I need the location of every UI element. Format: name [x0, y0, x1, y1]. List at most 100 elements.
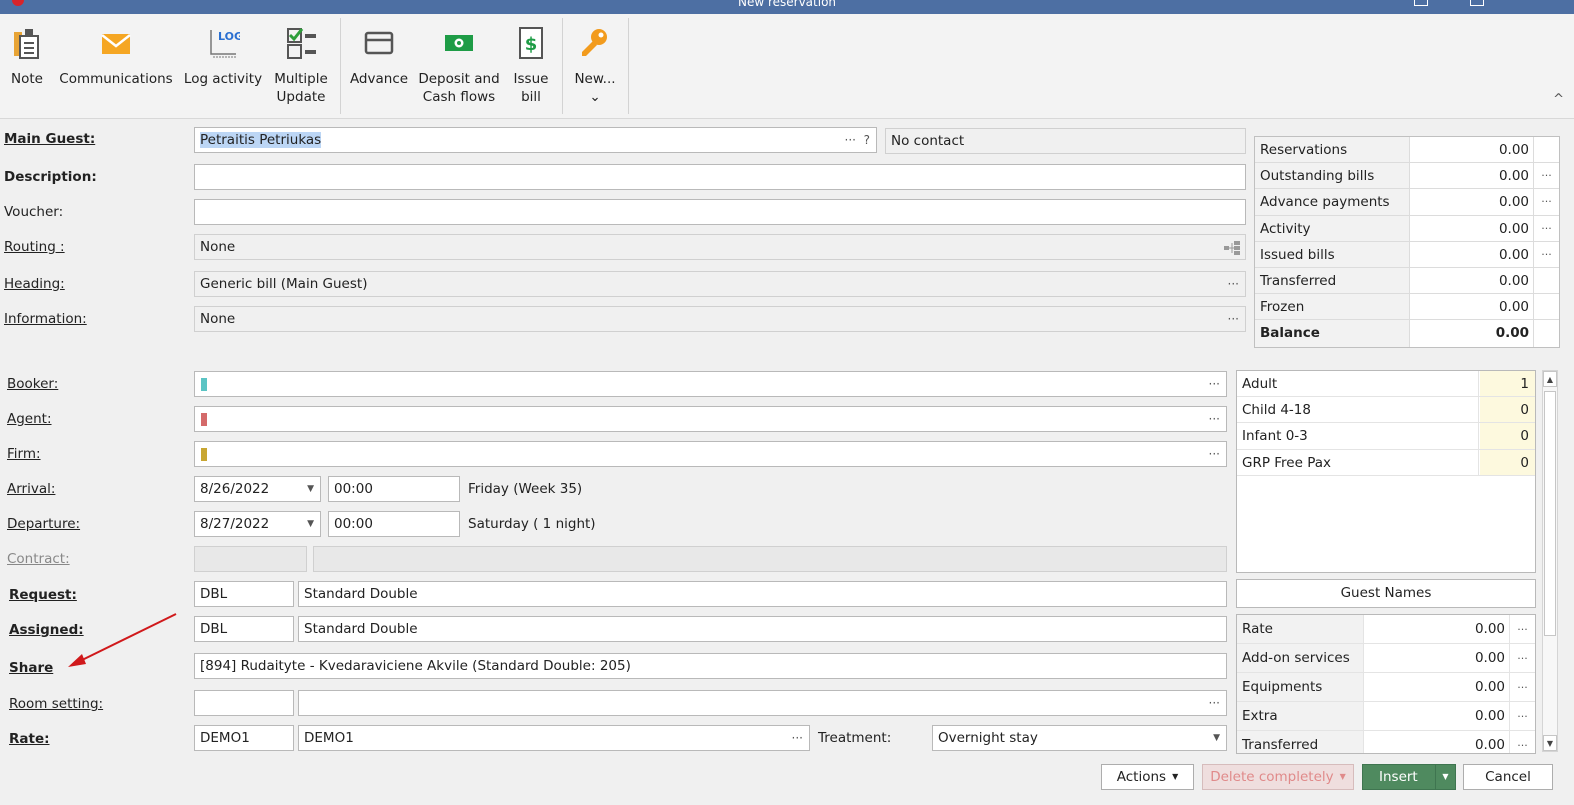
departure-date-picker[interactable]: 8/27/2022 ▼ — [194, 511, 321, 537]
assigned-room-type-field[interactable]: Standard Double — [298, 616, 1227, 642]
ellipsis-icon[interactable]: ··· — [1209, 372, 1220, 396]
heading-field[interactable]: Generic bill (Main Guest) ··· — [194, 271, 1246, 297]
share-field[interactable]: [894] Rudaityte - Kvedaraviciene Akvile … — [194, 653, 1227, 679]
multiple-update-button[interactable]: Multiple Update — [268, 14, 334, 119]
summary-value[interactable]: 0.00 — [1411, 137, 1533, 163]
room-setting-code-field[interactable] — [194, 690, 294, 716]
request-room-type-field[interactable]: Standard Double — [298, 581, 1227, 607]
ellipsis-icon[interactable]: ··· — [1209, 691, 1220, 715]
request-label[interactable]: Request: — [9, 587, 77, 603]
ellipsis-icon[interactable] — [1533, 294, 1559, 320]
description-input[interactable] — [194, 164, 1246, 190]
advance-button[interactable]: Advance — [346, 14, 412, 119]
information-field[interactable]: None ··· — [194, 306, 1246, 332]
rate-total-value[interactable]: 0.00 — [1365, 673, 1509, 702]
scroll-down-icon[interactable]: ▼ — [1543, 735, 1557, 751]
firm-label[interactable]: Firm: — [7, 446, 41, 462]
log-activity-button[interactable]: LOG Log activity — [182, 14, 264, 119]
ellipsis-icon[interactable]: ··· — [1509, 644, 1535, 672]
rate-total-value[interactable]: 0.00 — [1365, 615, 1509, 644]
ellipsis-icon[interactable]: ··· — [1228, 272, 1239, 296]
actions-button[interactable]: Actions ▼ — [1101, 764, 1194, 790]
summary-value[interactable]: 0.00 — [1411, 320, 1533, 346]
insert-dropdown-icon[interactable]: ▼ — [1435, 765, 1455, 789]
chevron-down-icon[interactable]: ▼ — [307, 512, 314, 536]
issue-bill-button[interactable]: $ Issue bill — [508, 14, 554, 119]
summary-value[interactable]: 0.00 — [1411, 189, 1533, 215]
room-setting-label[interactable]: Room setting: — [9, 696, 103, 712]
summary-value[interactable]: 0.00 — [1411, 294, 1533, 320]
arrival-date-picker[interactable]: 8/26/2022 ▼ — [194, 476, 321, 502]
ellipsis-icon[interactable]: ··· — [1209, 442, 1220, 466]
chevron-down-icon[interactable]: ▼ — [307, 477, 314, 501]
summary-value[interactable]: 0.00 — [1411, 216, 1533, 242]
booker-field[interactable]: ··· — [194, 371, 1227, 397]
cancel-button[interactable]: Cancel — [1463, 764, 1553, 790]
ellipsis-icon[interactable] — [1533, 267, 1559, 294]
departure-label[interactable]: Departure: — [7, 516, 80, 532]
agent-label[interactable]: Agent: — [7, 411, 52, 427]
pax-value[interactable]: 1 — [1480, 371, 1535, 397]
collapse-ribbon-icon[interactable]: ^ — [1553, 92, 1564, 107]
scroll-thumb[interactable] — [1544, 391, 1556, 636]
heading-label[interactable]: Heading: — [4, 276, 65, 292]
ellipsis-icon[interactable]: ··· — [1209, 407, 1220, 431]
firm-field[interactable]: ··· — [194, 441, 1227, 467]
ellipsis-icon[interactable]: ··· — [1509, 615, 1535, 643]
close-icon[interactable] — [1530, 0, 1544, 6]
rate-total-value[interactable]: 0.00 — [1365, 644, 1509, 673]
departure-time-input[interactable]: 00:00 — [328, 511, 460, 537]
ellipsis-icon[interactable]: ··· — [792, 726, 803, 750]
ellipsis-icon[interactable]: ··· — [1533, 163, 1559, 189]
rate-field[interactable]: DEMO1 ··· — [298, 725, 810, 751]
share-label[interactable]: Share — [9, 660, 53, 676]
maximize-icon[interactable] — [1470, 0, 1484, 6]
deposit-cashflows-button[interactable]: Deposit and Cash flows — [414, 14, 504, 119]
ellipsis-icon[interactable] — [1533, 137, 1559, 163]
rate-total-value[interactable]: 0.00 — [1365, 702, 1509, 731]
routing-field[interactable]: None — [194, 234, 1246, 260]
arrival-label[interactable]: Arrival: — [7, 481, 55, 497]
delete-completely-button[interactable]: Delete completely ▼ — [1202, 764, 1354, 790]
ellipsis-icon[interactable]: ··· — [1509, 702, 1535, 730]
pax-value[interactable]: 0 — [1480, 397, 1535, 423]
ellipsis-icon[interactable]: ··· — [1533, 215, 1559, 241]
pax-value[interactable]: 0 — [1480, 449, 1535, 475]
main-guest-field[interactable]: Petraitis Petriukas ··· ? — [194, 127, 877, 153]
chevron-down-icon[interactable]: ▼ — [1213, 726, 1220, 750]
rate-label[interactable]: Rate: — [9, 731, 50, 747]
help-icon[interactable]: ? — [864, 128, 870, 152]
summary-value[interactable]: 0.00 — [1411, 242, 1533, 268]
scroll-up-icon[interactable]: ▲ — [1543, 371, 1557, 387]
communications-button[interactable]: Communications — [56, 14, 176, 119]
summary-value[interactable]: 0.00 — [1411, 268, 1533, 294]
arrival-time-input[interactable]: 00:00 — [328, 476, 460, 502]
pax-value[interactable]: 0 — [1480, 423, 1535, 449]
voucher-input[interactable] — [194, 199, 1246, 225]
rate-code-field[interactable]: DEMO1 — [194, 725, 294, 751]
routing-label[interactable]: Routing : — [4, 239, 65, 255]
ellipsis-icon[interactable]: ··· — [1533, 241, 1559, 267]
rate-total-value[interactable]: 0.00 — [1365, 731, 1509, 753]
summary-value[interactable]: 0.00 — [1411, 163, 1533, 189]
guest-names-button[interactable]: Guest Names — [1236, 579, 1536, 608]
agent-field[interactable]: ··· — [194, 406, 1227, 432]
room-setting-field[interactable]: ··· — [298, 690, 1227, 716]
treatment-select[interactable]: Overnight stay ▼ — [932, 725, 1227, 751]
ellipsis-icon[interactable] — [1533, 320, 1559, 347]
information-label[interactable]: Information: — [4, 311, 87, 327]
new-menu-button[interactable]: New... ⌄ — [566, 14, 624, 119]
assigned-code-field[interactable]: DBL — [194, 616, 294, 642]
note-button[interactable]: Note — [4, 14, 50, 119]
main-guest-label[interactable]: Main Guest: — [4, 131, 95, 147]
routing-tree-icon[interactable] — [1224, 241, 1240, 255]
ellipsis-icon[interactable]: ··· — [845, 128, 856, 152]
ellipsis-icon[interactable]: ··· — [1228, 307, 1239, 331]
ellipsis-icon[interactable]: ··· — [1509, 731, 1535, 753]
insert-button[interactable]: Insert ▼ — [1362, 764, 1456, 790]
right-panel-scrollbar[interactable]: ▲ ▼ — [1542, 370, 1558, 752]
ellipsis-icon[interactable]: ··· — [1509, 673, 1535, 701]
restore-icon[interactable] — [1414, 0, 1428, 6]
request-code-field[interactable]: DBL — [194, 581, 294, 607]
ellipsis-icon[interactable]: ··· — [1533, 189, 1559, 215]
